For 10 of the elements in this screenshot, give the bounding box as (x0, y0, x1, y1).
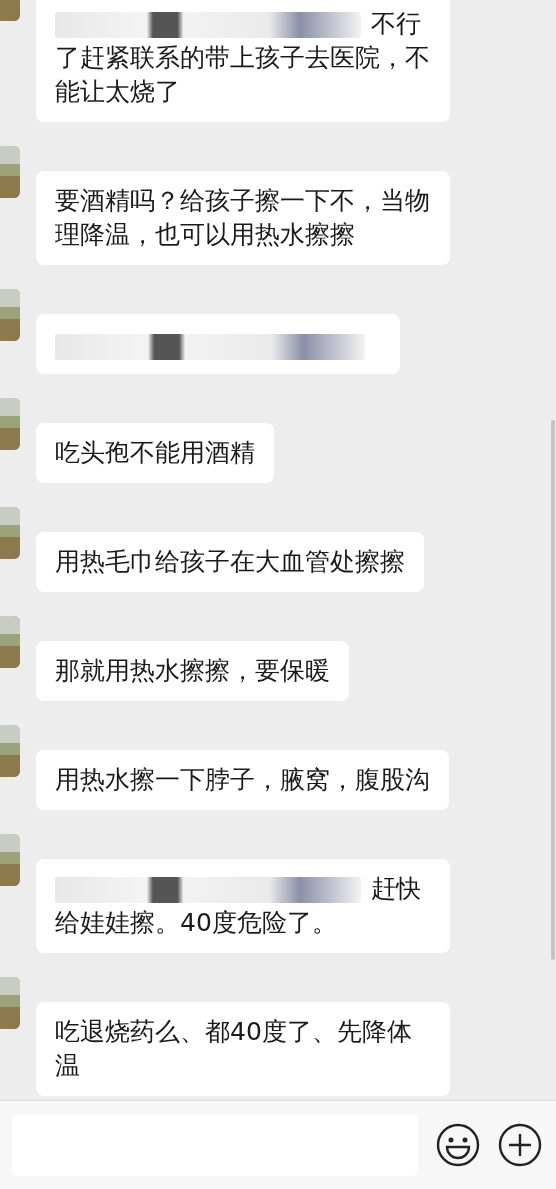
plus-icon[interactable] (498, 1123, 542, 1167)
emoji-icon[interactable] (436, 1123, 480, 1167)
message-bubble: 吃退烧药么、都40度了、先降体温 (36, 1002, 450, 1096)
message-bubble: 不行了赶紧联系的带上孩子去医院，不能让太烧了 (36, 0, 450, 122)
message-bubble: 赶快给娃娃擦。40度危险了。 (36, 859, 450, 953)
message-bubble: 要酒精吗？给孩子擦一下不，当物理降温，也可以用热水擦擦 (36, 171, 450, 265)
message-bubble: 那就用热水擦擦，要保暖 (36, 641, 349, 701)
message-bubble: 用热毛巾给孩子在大血管处擦擦 (36, 532, 424, 592)
message-bubble: 吃头孢不能用酒精 (36, 423, 274, 483)
message-bubble: 用热水擦一下脖子，腋窝，腹股沟 (36, 750, 449, 810)
